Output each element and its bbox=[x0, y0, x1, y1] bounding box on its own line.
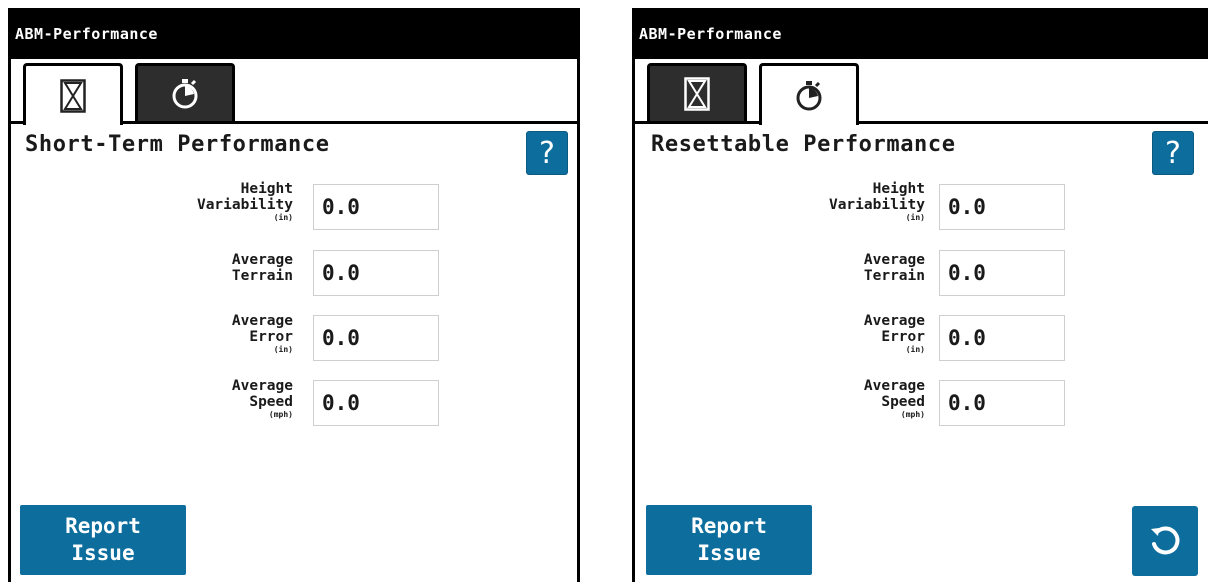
field-unit: (in) bbox=[905, 345, 925, 354]
help-label: ? bbox=[539, 135, 555, 171]
field-average-speed: Average Speed (mph) 0.0 bbox=[11, 378, 577, 430]
field-height-variability: Height Variability (in) 0.0 bbox=[11, 181, 577, 234]
help-button[interactable]: ? bbox=[1152, 131, 1194, 175]
report-issue-button[interactable]: Report Issue bbox=[646, 505, 812, 575]
title-bar: ABM-Performance bbox=[635, 11, 1208, 59]
tab-short-term[interactable] bbox=[23, 63, 123, 125]
reset-icon bbox=[1151, 526, 1180, 555]
average-terrain-value: 0.0 bbox=[313, 250, 439, 296]
field-unit: (mph) bbox=[268, 410, 293, 419]
page-title: Resettable Performance bbox=[651, 132, 956, 157]
field-height-variability: Height Variability (in) 0.0 bbox=[635, 181, 1208, 234]
field-label: Average Speed (mph) bbox=[863, 378, 925, 419]
field-unit: (in) bbox=[273, 345, 293, 354]
short-term-performance-panel: ABM-Performance Short-Term Performance ?… bbox=[8, 8, 580, 582]
average-terrain-value: 0.0 bbox=[939, 250, 1065, 296]
height-variability-value: 0.0 bbox=[313, 184, 439, 230]
report-issue-label: Report Issue bbox=[65, 514, 141, 565]
hourglass-icon bbox=[60, 78, 86, 113]
report-issue-label: Report Issue bbox=[691, 514, 767, 565]
stopwatch-icon bbox=[796, 80, 822, 110]
field-average-error: Average Error (in) 0.0 bbox=[11, 313, 577, 365]
field-average-terrain: Average Terrain 0.0 bbox=[11, 250, 577, 300]
field-unit: (in) bbox=[273, 213, 293, 222]
tab-resettable[interactable] bbox=[759, 63, 859, 125]
stopwatch-icon bbox=[172, 78, 198, 108]
average-error-value: 0.0 bbox=[939, 315, 1065, 361]
report-issue-button[interactable]: Report Issue bbox=[20, 505, 186, 575]
field-label: Average Error (in) bbox=[863, 313, 925, 354]
field-average-speed: Average Speed (mph) 0.0 bbox=[635, 378, 1208, 430]
reset-button[interactable] bbox=[1132, 506, 1198, 576]
resettable-performance-panel: ABM-Performance Resettable Performance ?… bbox=[632, 8, 1208, 582]
field-label: Average Speed (mph) bbox=[231, 378, 293, 419]
window-title: ABM-Performance bbox=[639, 25, 782, 43]
hourglass-icon bbox=[684, 76, 710, 111]
field-label: Height Variability (in) bbox=[828, 181, 925, 222]
field-unit: (in) bbox=[905, 213, 925, 222]
field-average-terrain: Average Terrain 0.0 bbox=[635, 250, 1208, 300]
average-error-value: 0.0 bbox=[313, 315, 439, 361]
average-speed-value: 0.0 bbox=[313, 380, 439, 426]
field-average-error: Average Error (in) 0.0 bbox=[635, 313, 1208, 365]
average-speed-value: 0.0 bbox=[939, 380, 1065, 426]
title-bar: ABM-Performance bbox=[11, 11, 577, 59]
field-label: Average Terrain bbox=[231, 252, 293, 284]
help-button[interactable]: ? bbox=[526, 131, 568, 175]
help-label: ? bbox=[1165, 135, 1181, 171]
height-variability-value: 0.0 bbox=[939, 184, 1065, 230]
window-title: ABM-Performance bbox=[15, 25, 158, 43]
field-label: Average Terrain bbox=[863, 252, 925, 284]
field-unit: (mph) bbox=[900, 410, 925, 419]
tab-short-term[interactable] bbox=[647, 63, 747, 121]
page-title: Short-Term Performance bbox=[25, 132, 330, 157]
tab-divider bbox=[635, 121, 1208, 124]
field-label: Average Error (in) bbox=[231, 313, 293, 354]
tab-resettable[interactable] bbox=[135, 63, 235, 121]
field-label: Height Variability (in) bbox=[196, 181, 293, 222]
